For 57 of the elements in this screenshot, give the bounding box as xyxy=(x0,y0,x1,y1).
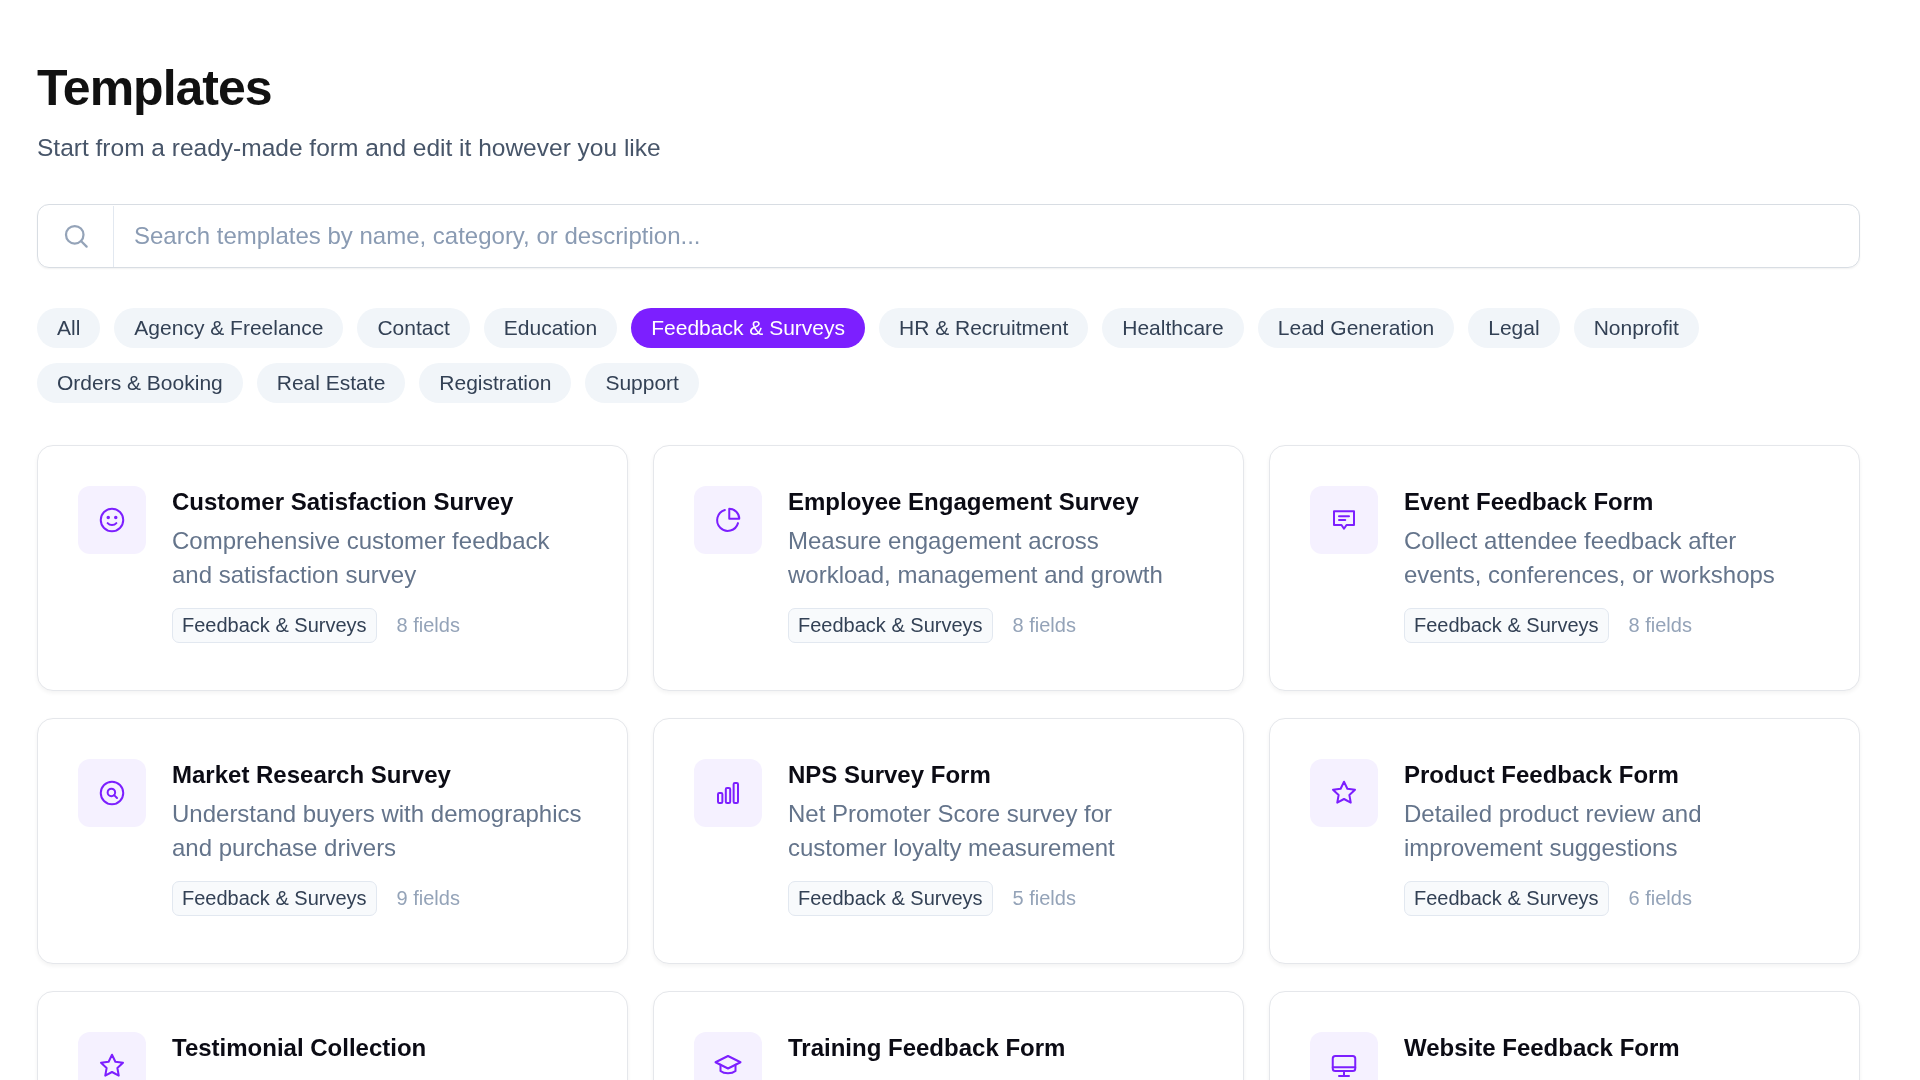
template-title: Website Feedback Form xyxy=(1404,1033,1680,1063)
template-description: Measure engagement across workload, management and growth xyxy=(788,526,1164,590)
template-title: Testimonial Collection xyxy=(172,1033,427,1063)
template-card[interactable]: Customer Satisfaction Survey Comprehensive customer feedback and satisfaction survey Feedback & Surveys 8 fields xyxy=(37,445,628,691)
category-chip[interactable]: Support xyxy=(585,363,699,403)
template-title: Training Feedback Form xyxy=(788,1033,1066,1063)
category-chip[interactable]: Lead Generation xyxy=(1257,308,1455,348)
template-card[interactable]: NPS Survey Form Net Promoter Score survey for customer loyalty measurement Feedback & Surveys 5 fields xyxy=(653,718,1244,964)
template-card[interactable]: Website Feedback Form xyxy=(1269,991,1860,1080)
template-description: Collect attendee feedback after events, conferences, or workshops xyxy=(1404,526,1776,590)
template-card[interactable]: Event Feedback Form Collect attendee feedback after events, conferences, or workshops Feedback & Surveys 8 fields xyxy=(1269,445,1860,691)
category-chip[interactable]: HR & Recruitment xyxy=(879,308,1089,348)
field-count: 8 fields xyxy=(1628,614,1692,637)
category-chip[interactable]: Education xyxy=(483,308,618,348)
category-chip[interactable]: Feedback & Surveys xyxy=(631,308,865,348)
page-subtitle: Start from a ready-made form and edit it however you like xyxy=(37,134,661,162)
template-card[interactable]: Market Research Survey Understand buyers with demographics and purchase drivers Feedback & Surveys 9 fields xyxy=(37,718,628,964)
template-title: Event Feedback Form xyxy=(1404,487,1654,517)
category-chip[interactable]: Healthcare xyxy=(1102,308,1244,348)
search-field[interactable]: Search templates by name, category, or description... xyxy=(37,204,1860,268)
template-title: Market Research Survey xyxy=(172,760,451,790)
template-description: Understand buyers with demographics and purchase drivers xyxy=(172,799,583,863)
template-description: Net Promoter Score survey for customer loyalty measurement xyxy=(788,799,1116,863)
smiley-icon xyxy=(97,505,127,535)
template-title: Employee Engagement Survey xyxy=(788,487,1139,517)
category-tag: Feedback & Surveys xyxy=(1404,608,1609,643)
category-chip[interactable]: Legal xyxy=(1468,308,1560,348)
category-tag: Feedback & Surveys xyxy=(172,881,377,916)
template-title: Product Feedback Form xyxy=(1404,760,1679,790)
field-count: 8 fields xyxy=(1012,614,1076,637)
template-card[interactable]: Training Feedback Form xyxy=(653,991,1244,1080)
template-description: Detailed product review and improvement suggestions xyxy=(1404,799,1703,863)
category-chip[interactable]: Nonprofit xyxy=(1573,308,1699,348)
category-chip[interactable]: All xyxy=(37,308,101,348)
category-chip[interactable]: Orders & Booking xyxy=(37,363,243,403)
category-chip[interactable]: Agency & Freelance xyxy=(114,308,344,348)
search-circle-icon xyxy=(97,778,127,808)
star-icon xyxy=(97,1051,127,1080)
field-count: 6 fields xyxy=(1628,887,1692,910)
page-title: Templates xyxy=(37,59,273,118)
category-chip[interactable]: Registration xyxy=(419,363,572,403)
category-tag: Feedback & Surveys xyxy=(788,881,993,916)
category-chip[interactable]: Contact xyxy=(357,308,470,348)
category-tag: Feedback & Surveys xyxy=(788,608,993,643)
template-description: Comprehensive customer feedback and satisfaction survey xyxy=(172,526,551,590)
field-count: 9 fields xyxy=(396,887,460,910)
category-tag: Feedback & Surveys xyxy=(1404,881,1609,916)
category-tag: Feedback & Surveys xyxy=(172,608,377,643)
category-chip[interactable]: Real Estate xyxy=(256,363,406,403)
template-title: Customer Satisfaction Survey xyxy=(172,487,514,517)
template-card[interactable]: Product Feedback Form Detailed product review and improvement suggestions Feedback & Surveys 6 fields xyxy=(1269,718,1860,964)
field-count: 8 fields xyxy=(396,614,460,637)
pie-chart-icon xyxy=(713,505,743,535)
template-card[interactable]: Employee Engagement Survey Measure engagement across workload, management and growth Feedback & Surveys 8 fields xyxy=(653,445,1244,691)
template-title: NPS Survey Form xyxy=(788,760,991,790)
template-card[interactable]: Testimonial Collection xyxy=(37,991,628,1080)
field-count: 5 fields xyxy=(1012,887,1076,910)
